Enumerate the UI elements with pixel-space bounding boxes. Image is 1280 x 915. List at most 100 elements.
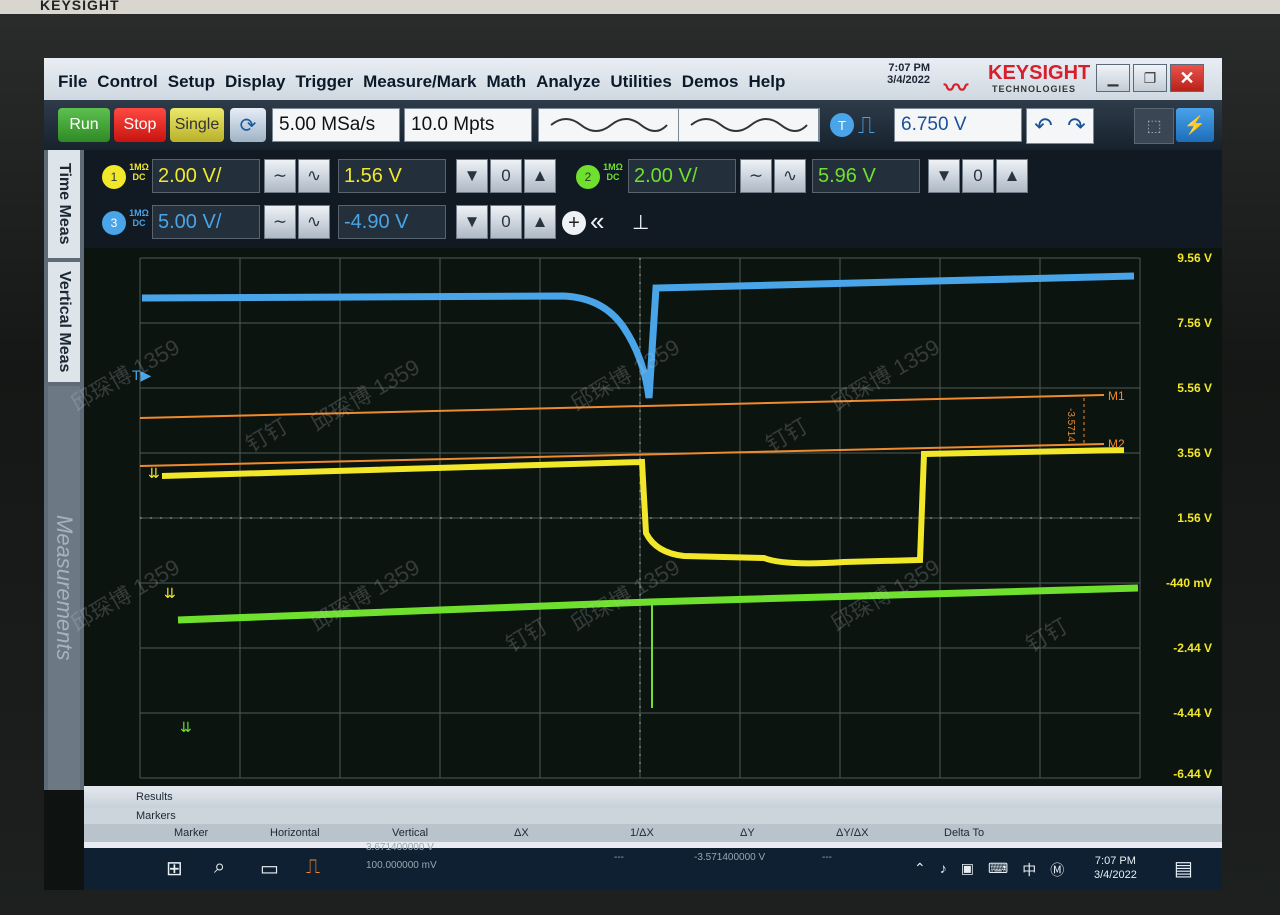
- undo-redo[interactable]: ↶ ↷: [1026, 108, 1094, 144]
- notification-icon[interactable]: ▤: [1174, 856, 1193, 881]
- marker-m1-line[interactable]: [139, 394, 1105, 419]
- markers-header: Markers: [84, 808, 1222, 824]
- channel-1-coupling: 1MΩ DC: [128, 162, 150, 182]
- ime-mode-icon[interactable]: Ⓜ: [1050, 860, 1064, 880]
- channel-3-scale-field[interactable]: 5.00 V/: [152, 205, 260, 239]
- menu-utilities[interactable]: Utilities: [610, 72, 671, 92]
- menu-help[interactable]: Help: [748, 72, 785, 92]
- auto-scale-icon[interactable]: ⟳: [230, 108, 266, 142]
- results-bar[interactable]: Results: [84, 786, 1222, 808]
- col-marker: Marker: [174, 827, 209, 839]
- scale-label-6: -2.44 V: [1173, 641, 1212, 655]
- windows-start-icon[interactable]: ⊞: [166, 856, 183, 881]
- tab-vertical-meas[interactable]: Vertical Meas: [48, 262, 80, 382]
- run-button[interactable]: Run: [58, 108, 110, 142]
- channel-1-down-icon[interactable]: ▼: [456, 159, 488, 193]
- channel-3-badge[interactable]: 3: [102, 211, 126, 235]
- marker-delta-label: -3.5714: [1065, 408, 1076, 442]
- trigger-level-field[interactable]: 6.750 V: [894, 108, 1022, 142]
- channel-1-ac-icon[interactable]: ∼: [264, 159, 296, 193]
- menu-analyze[interactable]: Analyze: [536, 72, 600, 92]
- keysight-logo: 〰 KEYSIGHT TECHNOLOGIES: [944, 62, 1104, 102]
- collapse-icon[interactable]: «: [590, 206, 604, 237]
- trigger-level-marker: T▶: [132, 367, 152, 383]
- channel-1-dc: DC: [132, 172, 146, 182]
- scale-label-8: -6.44 V: [1173, 767, 1212, 781]
- chevron-up-icon[interactable]: ⌃: [914, 860, 926, 880]
- channel-1-up-icon[interactable]: ▲: [524, 159, 556, 193]
- marker-m2-label[interactable]: M2: [1108, 437, 1125, 451]
- task-view-icon[interactable]: ▭: [260, 856, 279, 881]
- keyboard-icon[interactable]: ⌨: [988, 860, 1008, 880]
- channel-2-offset-field[interactable]: 5.96 V: [812, 159, 920, 193]
- channel-1-trace: [161, 447, 1125, 567]
- add-channel-icon[interactable]: +: [562, 211, 586, 235]
- menu-control[interactable]: Control: [97, 72, 157, 92]
- scale-label-2: 5.56 V: [1177, 381, 1212, 395]
- channel-2-badge[interactable]: 2: [576, 165, 600, 189]
- undo-icon[interactable]: ↶: [1034, 113, 1052, 139]
- memory-depth-field[interactable]: 10.0 Mpts: [404, 108, 532, 142]
- channel-2-scale-field[interactable]: 2.00 V/: [628, 159, 736, 193]
- single-button[interactable]: Single: [170, 108, 224, 142]
- speaker-icon[interactable]: ♪: [940, 860, 947, 880]
- channel-1-offset-field[interactable]: 1.56 V: [338, 159, 446, 193]
- channel-3-offset-field[interactable]: -4.90 V: [338, 205, 446, 239]
- channel-2-up-icon[interactable]: ▲: [996, 159, 1028, 193]
- channel-1-bw-icon[interactable]: ∿: [298, 159, 330, 193]
- waveform-display[interactable]: T▶ ⇊ ⇊ ⇊ M1 M2 -3.5714 9.56 V 7.56 V 5.5…: [84, 248, 1222, 786]
- channel-3-down-icon[interactable]: ▼: [456, 205, 488, 239]
- waveform-svg: T▶ ⇊ ⇊ ⇊ M1 M2 -3.5714 9.56 V 7.56 V 5.5…: [132, 251, 1212, 781]
- system-tray: ⌃ ♪ ▣ ⌨ 中 Ⓜ: [914, 860, 1064, 880]
- col-vertical: Vertical: [392, 827, 429, 839]
- minimize-icon[interactable]: ▁: [1096, 64, 1130, 92]
- channel-1-zero-icon[interactable]: 0: [490, 159, 522, 193]
- menu-demos[interactable]: Demos: [682, 72, 739, 92]
- stop-button[interactable]: Stop: [114, 108, 166, 142]
- acquisition-toolbar: Run Stop Single ⟳ 5.00 MSa/s 10.0 Mpts T…: [44, 100, 1222, 150]
- channel-1-scale-field[interactable]: 2.00 V/: [152, 159, 260, 193]
- search-icon[interactable]: ⌕: [214, 856, 225, 879]
- sample-rate-field[interactable]: 5.00 MSa/s: [272, 108, 400, 142]
- menu-file[interactable]: File: [58, 72, 87, 92]
- channel-3-up-icon[interactable]: ▲: [524, 205, 556, 239]
- menu-measure-mark[interactable]: Measure/Mark: [363, 72, 476, 92]
- markers-column-header: Marker Horizontal Vertical ΔX 1/ΔX ΔY ΔY…: [84, 824, 1222, 842]
- channel-2-down-icon[interactable]: ▼: [928, 159, 960, 193]
- channel-2-ac-icon[interactable]: ∼: [740, 159, 772, 193]
- falling-edge-icon[interactable]: ⎍: [858, 112, 875, 140]
- menu-trigger[interactable]: Trigger: [295, 72, 353, 92]
- channel-2-dc: DC: [606, 172, 620, 182]
- channel-3-bw-icon[interactable]: ∿: [298, 205, 330, 239]
- ime-indicator[interactable]: 中: [1022, 860, 1036, 880]
- marker-delta-y: -3.571400000 V: [694, 852, 766, 863]
- network-icon[interactable]: ▣: [961, 860, 974, 880]
- pin-icon[interactable]: ⊥: [632, 210, 649, 235]
- touch-off-icon[interactable]: ⬚: [1134, 108, 1174, 144]
- channel-2-trace: [177, 584, 1139, 624]
- channel-3-trace: [141, 272, 1135, 399]
- touch-on-icon[interactable]: ⚡: [1176, 108, 1214, 142]
- channel-3-ac-icon[interactable]: ∼: [264, 205, 296, 239]
- windows-taskbar: 3.671400000 V 100.000000 mV --- -3.57140…: [84, 842, 1222, 890]
- menu-display[interactable]: Display: [225, 72, 285, 92]
- menu-clock-time: 7:07 PM: [888, 62, 930, 74]
- restore-icon[interactable]: ❐: [1133, 64, 1167, 92]
- scope-app-icon[interactable]: ⎍: [306, 856, 320, 879]
- channel-2-bw-icon[interactable]: ∿: [774, 159, 806, 193]
- tab-measurements[interactable]: Measurements: [48, 386, 80, 790]
- channel-1-badge[interactable]: 1: [102, 165, 126, 189]
- redo-icon[interactable]: ↷: [1067, 113, 1085, 139]
- taskbar-clock[interactable]: 7:07 PM 3/4/2022: [1094, 854, 1137, 882]
- channel-3-zero-icon[interactable]: 0: [490, 205, 522, 239]
- close-icon[interactable]: ✕: [1170, 64, 1204, 92]
- acquisition-mode-field[interactable]: [538, 108, 820, 142]
- menu-math[interactable]: Math: [486, 72, 526, 92]
- tab-time-meas[interactable]: Time Meas: [48, 150, 80, 258]
- trigger-badge[interactable]: T: [830, 113, 854, 137]
- menu-setup[interactable]: Setup: [168, 72, 215, 92]
- col-dy: ΔY: [740, 827, 755, 839]
- channel-2-zero-icon[interactable]: 0: [962, 159, 994, 193]
- taskbar-time: 7:07 PM: [1094, 855, 1136, 867]
- marker-m1-label[interactable]: M1: [1108, 389, 1125, 403]
